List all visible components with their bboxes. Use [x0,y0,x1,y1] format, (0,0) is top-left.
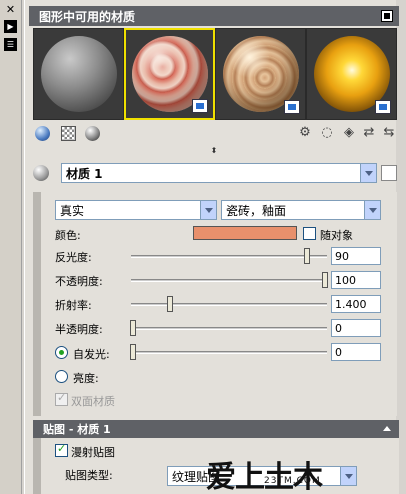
diffuse-map-label: 漫射贴图 [71,446,115,459]
slider-thumb[interactable] [322,272,329,288]
slider-thumb[interactable] [129,344,136,360]
splitter-handle[interactable]: ⬍ [29,146,399,156]
opacity-input[interactable]: 100 [331,271,381,289]
gray-sphere-preview [40,36,117,112]
available-materials-header: 图形中可用的材质 [29,6,399,26]
materials-palette: 图形中可用的材质 ⚙ ◌ ◈ ⇄ ⇆ ⬍ 材质 1 真实 瓷砖，釉面 颜色: 随… [24,0,399,494]
swatch-glowing-sphere[interactable] [306,28,397,120]
materials-toolbar: ⚙ ◌ ◈ ⇄ ⇆ [33,124,397,144]
material-type-value: 真实 [60,203,85,218]
slider-track [131,327,327,330]
slider-track [131,255,327,258]
material-editor: 真实 瓷砖，釉面 颜色: 随对象 反光度: 90 不透明度: 100 折射率: [33,192,397,416]
material-type-combo[interactable]: 真实 [55,200,217,220]
slider-thumb[interactable] [167,296,174,312]
auto-hide-icon[interactable]: ▶ [4,20,17,33]
checkered-underlay-icon[interactable] [61,126,76,141]
two-sided-label: 双面材质 [71,395,115,408]
color-label: 颜色: [55,229,81,242]
editor-scroll-stripe[interactable] [33,192,41,416]
create-new-material-icon[interactable]: ⚙ [297,125,313,141]
material-in-use-icon [375,100,391,114]
swatch-gray-sphere[interactable] [33,28,124,120]
refraction-label: 折射率: [55,299,92,312]
opacity-label: 不透明度: [55,275,103,288]
panel-toggle-button[interactable] [381,10,393,22]
luminance-label: 亮度: [73,372,99,385]
two-sided-checkbox[interactable] [55,391,68,406]
luminance-radio[interactable] [55,370,68,383]
maps-section-title: 贴图 - 材质 1 [43,423,111,436]
swatch-tan-stone-sphere[interactable] [215,28,306,120]
shininess-input[interactable]: 90 [331,247,381,265]
shininess-label: 反光度: [55,251,92,264]
color-swatch-button[interactable] [193,226,297,240]
material-in-use-icon [192,99,208,113]
opacity-slider[interactable] [131,270,329,290]
chevron-down-icon[interactable] [340,467,356,485]
collapse-caret-icon[interactable] [383,426,391,431]
chevron-down-icon[interactable] [200,201,216,219]
self-illumination-input[interactable]: 0 [331,343,381,361]
material-template-combo[interactable]: 瓷砖，釉面 [221,200,381,220]
close-icon[interactable]: ✕ [4,3,17,16]
purge-materials-icon[interactable]: ◌ [319,125,335,141]
swatch-red-marble-sphere[interactable] [124,28,215,120]
maps-scroll-stripe[interactable] [33,438,41,494]
properties-menu-icon[interactable]: ☰ [4,38,17,51]
diffuse-map-checkbox[interactable] [55,442,68,457]
refraction-slider[interactable] [131,294,327,314]
material-name-value: 材质 1 [66,166,103,181]
material-in-use-icon [284,100,300,114]
slider-thumb[interactable] [129,320,136,336]
chevron-down-icon[interactable] [360,164,376,182]
chevron-down-icon[interactable] [364,201,380,219]
slider-thumb[interactable] [304,248,311,264]
by-object-checkbox[interactable] [303,227,316,240]
remove-materials-from-objects-icon[interactable]: ⇆ [381,125,397,141]
translucency-input[interactable]: 0 [331,319,381,337]
material-name-combo[interactable]: 材质 1 [61,163,377,183]
apply-material-to-objects-icon[interactable]: ⇄ [361,125,377,141]
indicate-materials-in-use-icon[interactable]: ◈ [341,125,357,141]
by-object-label: 随对象 [320,229,353,242]
map-type-label: 贴图类型: [65,469,113,482]
material-swatch-strip [33,28,397,120]
material-name-row: 材质 1 [33,160,397,186]
self-illumination-radio[interactable] [55,346,68,359]
maps-section-header[interactable]: 贴图 - 材质 1 [33,420,399,438]
watermark-url: 23TM.COM [264,476,321,486]
watermark-logo: 爱上土木 [206,460,323,494]
available-materials-title: 图形中可用的材质 [39,9,136,24]
new-material-button[interactable] [381,165,397,181]
translucency-slider[interactable] [129,318,327,338]
refraction-input[interactable]: 1.400 [331,295,381,313]
preview-lighting-icon[interactable] [85,126,100,141]
swatch-geometry-sphere-icon[interactable] [35,126,50,141]
material-template-value: 瓷砖，釉面 [226,203,287,218]
slider-track [131,351,327,354]
slider-track [131,279,327,282]
translucency-label: 半透明度: [55,323,103,336]
slider-track [131,303,327,306]
self-illumination-slider[interactable] [129,342,327,362]
shininess-slider[interactable] [131,246,327,266]
self-illumination-label: 自发光: [73,348,110,361]
palette-title-strip: ✕ ▶ ☰ [0,0,22,494]
material-sphere-icon [33,165,49,181]
